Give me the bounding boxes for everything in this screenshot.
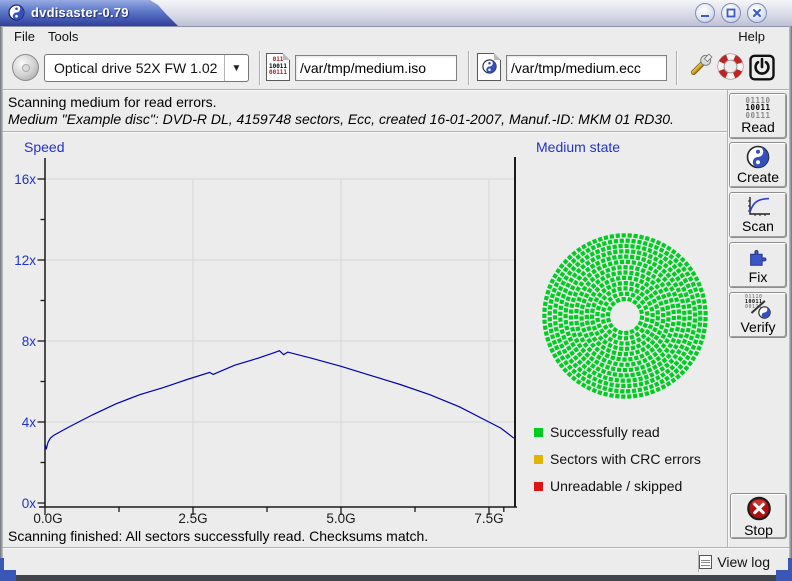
footer-divider — [0, 547, 792, 549]
ecc-file-icon — [477, 53, 501, 81]
legend-swatch — [534, 455, 543, 464]
svg-text:16x: 16x — [14, 172, 36, 187]
toolbar-separator — [259, 51, 261, 85]
svg-text:2.5G: 2.5G — [178, 511, 207, 526]
application-window: dvdisaster-0.79 File Tools Help Optical … — [0, 0, 792, 581]
close-button[interactable] — [747, 3, 767, 23]
toolbar-divider — [0, 89, 792, 91]
window-border-left — [0, 26, 3, 575]
legend-item: Successfully read — [534, 424, 660, 440]
view-log-button[interactable]: View log — [699, 551, 770, 573]
status-line-primary: Scanning medium for read errors. — [8, 94, 217, 110]
log-list-icon — [699, 555, 712, 569]
legend-item: Unreadable / skipped — [534, 478, 682, 494]
maximize-button[interactable] — [721, 3, 741, 23]
read-button-label: Read — [741, 119, 774, 135]
speed-chart: 0x 4x 8x 12x 16x 0.0G 2.5G 5.0G 7.5G — [0, 138, 530, 530]
minimize-button[interactable] — [695, 3, 715, 23]
medium-state-title: Medium state — [536, 139, 620, 155]
svg-text:7.5G: 7.5G — [474, 511, 503, 526]
menu-file[interactable]: File — [9, 27, 40, 47]
toolbar-separator — [676, 51, 678, 85]
read-icon: 00111 — [745, 112, 770, 120]
legend-swatch — [534, 482, 543, 491]
status-divider — [0, 131, 727, 133]
drive-select-combo[interactable]: Optical drive 52X FW 1.02 ▼ — [44, 54, 249, 82]
create-button[interactable]: Create — [729, 142, 787, 188]
fix-button[interactable]: Fix — [729, 242, 787, 288]
title-bar[interactable]: dvdisaster-0.79 — [0, 0, 792, 27]
window-border-bottom — [0, 575, 792, 581]
resize-grip-right[interactable] — [776, 570, 792, 581]
svg-text:8x: 8x — [22, 334, 37, 349]
quit-power-icon[interactable] — [749, 54, 775, 86]
scan-curve-icon — [745, 196, 771, 218]
stop-button[interactable]: Stop — [730, 493, 787, 539]
status-line-medium-info: Medium "Example disc": DVD-R DL, 4159748… — [8, 111, 674, 127]
footer-message: Scanning finished: All sectors successfu… — [8, 528, 428, 544]
yin-yang-icon — [746, 145, 770, 169]
fix-button-label: Fix — [749, 269, 768, 285]
legend-label: Sectors with CRC errors — [550, 451, 701, 467]
scan-button[interactable]: Scan — [729, 192, 787, 238]
iso-file-icon: 011 10011 00111 — [266, 53, 290, 81]
svg-text:0x: 0x — [22, 496, 37, 511]
verify-button-label: Verify — [740, 319, 775, 335]
app-yin-yang-icon — [8, 4, 25, 26]
toolbar-separator — [468, 51, 470, 85]
svg-text:0.0G: 0.0G — [33, 511, 62, 526]
optical-drive-icon — [12, 54, 39, 81]
legend-item: Sectors with CRC errors — [534, 451, 701, 467]
medium-state-disc — [540, 231, 710, 401]
menu-tools[interactable]: Tools — [43, 27, 83, 47]
window-title: dvdisaster-0.79 — [31, 5, 129, 20]
drive-select-value: Optical drive 52X FW 1.02 — [45, 60, 224, 76]
ecc-path-input[interactable] — [506, 55, 667, 81]
puzzle-piece-icon — [746, 245, 770, 269]
stop-button-label: Stop — [744, 522, 773, 538]
view-log-label: View log — [717, 554, 770, 570]
legend-label: Unreadable / skipped — [550, 478, 682, 494]
legend-swatch — [534, 428, 543, 437]
scan-button-label: Scan — [742, 218, 774, 234]
svg-text:4x: 4x — [22, 415, 37, 430]
create-button-label: Create — [737, 169, 779, 185]
menu-help[interactable]: Help — [733, 27, 770, 47]
resize-grip-left[interactable] — [0, 570, 16, 581]
verify-icon: 01110 10011 00111 — [745, 295, 771, 319]
svg-text:5.0G: 5.0G — [326, 511, 355, 526]
read-button[interactable]: 01110 10011 00111 Read — [729, 93, 787, 139]
icon-digit-row: 00111 — [267, 70, 289, 77]
chevron-down-icon[interactable]: ▼ — [224, 55, 248, 81]
legend-label: Successfully read — [550, 424, 660, 440]
iso-path-input[interactable] — [295, 55, 457, 81]
stop-icon — [745, 495, 773, 522]
verify-button[interactable]: 01110 10011 00111 Verify — [729, 292, 787, 338]
preferences-wrench-icon[interactable] — [686, 53, 713, 85]
help-lifebelt-icon[interactable] — [717, 53, 744, 85]
svg-text:12x: 12x — [14, 253, 36, 268]
